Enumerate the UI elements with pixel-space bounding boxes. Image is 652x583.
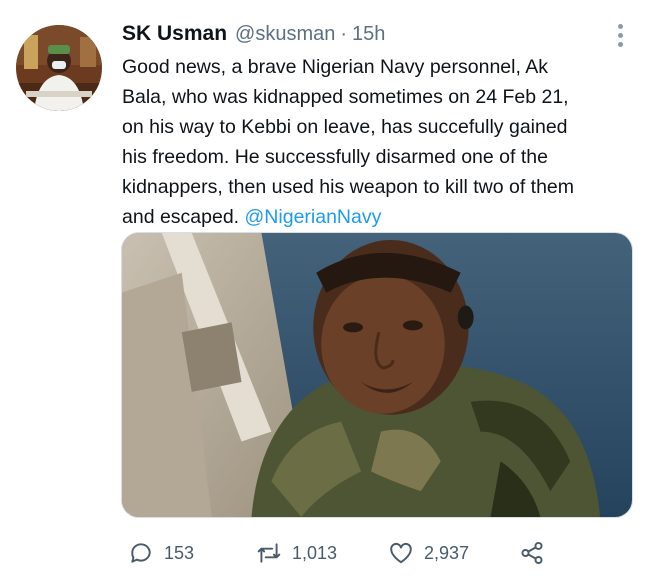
author-handle[interactable]: @skusman (235, 23, 335, 46)
tweet-text: Good news, a brave Nigerian Navy personn… (122, 52, 642, 232)
retweet-icon (257, 543, 281, 563)
reply-count: 153 (164, 542, 195, 563)
share-icon (521, 541, 543, 565)
author-avatar[interactable] (16, 25, 102, 111)
tweet-text-line: Good news, a brave Nigerian Navy personn… (122, 56, 548, 78)
author-name[interactable]: SK Usman (122, 22, 227, 46)
tweet-timestamp[interactable]: 15h (352, 23, 385, 46)
tweet-text-line: kidnappers, then used his weapon to kill… (122, 176, 575, 198)
tweet-text-line: Bala, who was kidnapped sometimes on 24 … (122, 86, 569, 108)
tweet-card: SK Usman @skusman · 15h Good news, a bra… (0, 0, 652, 583)
retweet-button[interactable]: 1,013 (256, 535, 337, 571)
header-separator: · (340, 23, 348, 45)
reply-button[interactable]: 153 (128, 535, 194, 571)
tweet-text-end: and escaped. (122, 206, 245, 228)
avatar-photo (16, 25, 102, 111)
tweet-text-line: on his way to Kebbi on leave, has succef… (122, 116, 568, 138)
tweet-text-last-line: and escaped. @NigerianNavy (122, 202, 642, 232)
more-dot (617, 23, 623, 29)
tweet-header: SK Usman @skusman · 15h (122, 22, 385, 52)
reply-bubble-icon (131, 543, 151, 563)
heart-icon (390, 542, 412, 564)
like-count: 2,937 (424, 542, 470, 563)
retweet-count: 1,013 (292, 542, 338, 563)
tweet-actions: 153 1,013 2,937 (0, 535, 652, 571)
more-dot (617, 32, 623, 38)
tweet-text-line: his freedom. He successfully disarmed on… (122, 146, 548, 168)
like-button[interactable]: 2,937 (388, 535, 469, 571)
more-dot (617, 41, 623, 47)
share-button[interactable] (519, 535, 545, 571)
selfie-photo (122, 233, 632, 517)
more-options-icon[interactable] (606, 20, 634, 50)
mention-link[interactable]: @NigerianNavy (245, 206, 382, 228)
tweet-photo[interactable] (121, 232, 633, 518)
